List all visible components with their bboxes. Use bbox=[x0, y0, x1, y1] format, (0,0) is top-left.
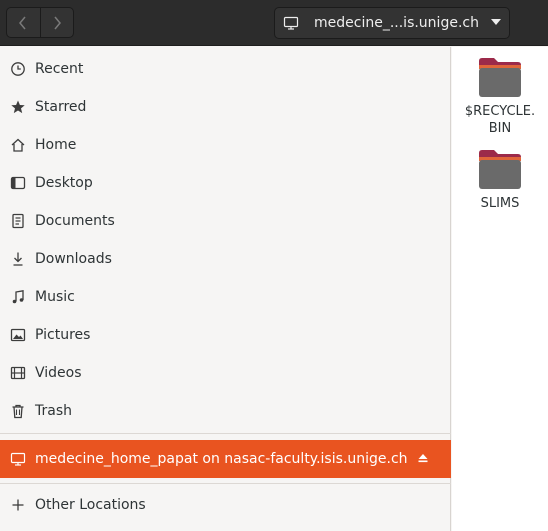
sidebar-item-label: Home bbox=[35, 137, 77, 153]
navigation-buttons bbox=[6, 7, 74, 38]
sidebar-item-pictures[interactable]: Pictures bbox=[0, 316, 451, 354]
sidebar-item-starred[interactable]: Starred bbox=[0, 88, 451, 126]
sidebar-item-recent[interactable]: Recent bbox=[0, 50, 451, 88]
sidebar-item-label: Starred bbox=[35, 99, 87, 115]
sidebar-item-label: Trash bbox=[35, 403, 72, 419]
path-bar: medecine_...is.unige.ch bbox=[274, 7, 510, 39]
file-name: SLIMS bbox=[480, 196, 520, 211]
sidebar-item-label: medecine_home_papat on nasac-faculty.isi… bbox=[35, 451, 408, 467]
forward-button[interactable] bbox=[39, 8, 74, 37]
sidebar-item-downloads[interactable]: Downloads bbox=[0, 240, 451, 278]
download-icon bbox=[10, 251, 26, 267]
pictures-icon bbox=[10, 327, 26, 343]
sidebar-item-videos[interactable]: Videos bbox=[0, 354, 451, 392]
sidebar-separator bbox=[0, 433, 451, 434]
trash-icon bbox=[10, 403, 26, 419]
sidebar-item-label: Desktop bbox=[35, 175, 93, 191]
sidebar-item-label: Music bbox=[35, 289, 75, 305]
file-view: $RECYCLE. BIN SLIMS bbox=[452, 47, 548, 531]
sidebar-item-other-locations[interactable]: Other Locations bbox=[0, 486, 451, 524]
home-icon bbox=[10, 137, 26, 153]
sidebar-item-label: Videos bbox=[35, 365, 82, 381]
file-name: $RECYCLE. BIN bbox=[464, 104, 536, 136]
document-icon bbox=[10, 213, 26, 229]
folder-icon bbox=[479, 150, 521, 189]
sidebar-separator bbox=[0, 483, 451, 484]
music-icon bbox=[10, 289, 26, 305]
header-bar: medecine_...is.unige.ch bbox=[0, 0, 548, 46]
plus-icon bbox=[10, 497, 26, 513]
chevron-left-icon bbox=[19, 16, 26, 29]
path-location-button[interactable]: medecine_...is.unige.ch bbox=[275, 8, 511, 38]
sidebar-item-label: Documents bbox=[35, 213, 115, 229]
sidebar-item-music[interactable]: Music bbox=[0, 278, 451, 316]
folder-icon bbox=[479, 58, 521, 97]
sidebar-item-desktop[interactable]: Desktop bbox=[0, 164, 451, 202]
clock-icon bbox=[10, 61, 26, 77]
back-button[interactable] bbox=[7, 8, 40, 37]
sidebar-item-network-mount[interactable]: medecine_home_papat on nasac-faculty.isi… bbox=[0, 440, 451, 478]
sidebar-item-trash[interactable]: Trash bbox=[0, 392, 451, 430]
sidebar-item-label: Other Locations bbox=[35, 497, 146, 513]
network-drive-icon bbox=[10, 451, 26, 467]
video-icon bbox=[10, 365, 26, 381]
desktop-icon bbox=[10, 175, 26, 191]
caret-down-icon[interactable] bbox=[491, 19, 501, 25]
eject-icon[interactable] bbox=[417, 452, 429, 464]
chevron-right-icon bbox=[54, 16, 61, 29]
sidebar-item-label: Recent bbox=[35, 61, 84, 77]
file-item[interactable]: SLIMS bbox=[452, 147, 548, 212]
sidebar: Recent Starred Home Desktop Documents Do… bbox=[0, 47, 451, 531]
network-drive-icon bbox=[283, 15, 299, 31]
file-item[interactable]: $RECYCLE. BIN bbox=[452, 55, 548, 137]
sidebar-item-label: Pictures bbox=[35, 327, 91, 343]
sidebar-item-label: Downloads bbox=[35, 251, 112, 267]
star-icon bbox=[10, 99, 26, 115]
sidebar-item-home[interactable]: Home bbox=[0, 126, 451, 164]
path-label: medecine_...is.unige.ch bbox=[314, 15, 479, 31]
sidebar-item-documents[interactable]: Documents bbox=[0, 202, 451, 240]
